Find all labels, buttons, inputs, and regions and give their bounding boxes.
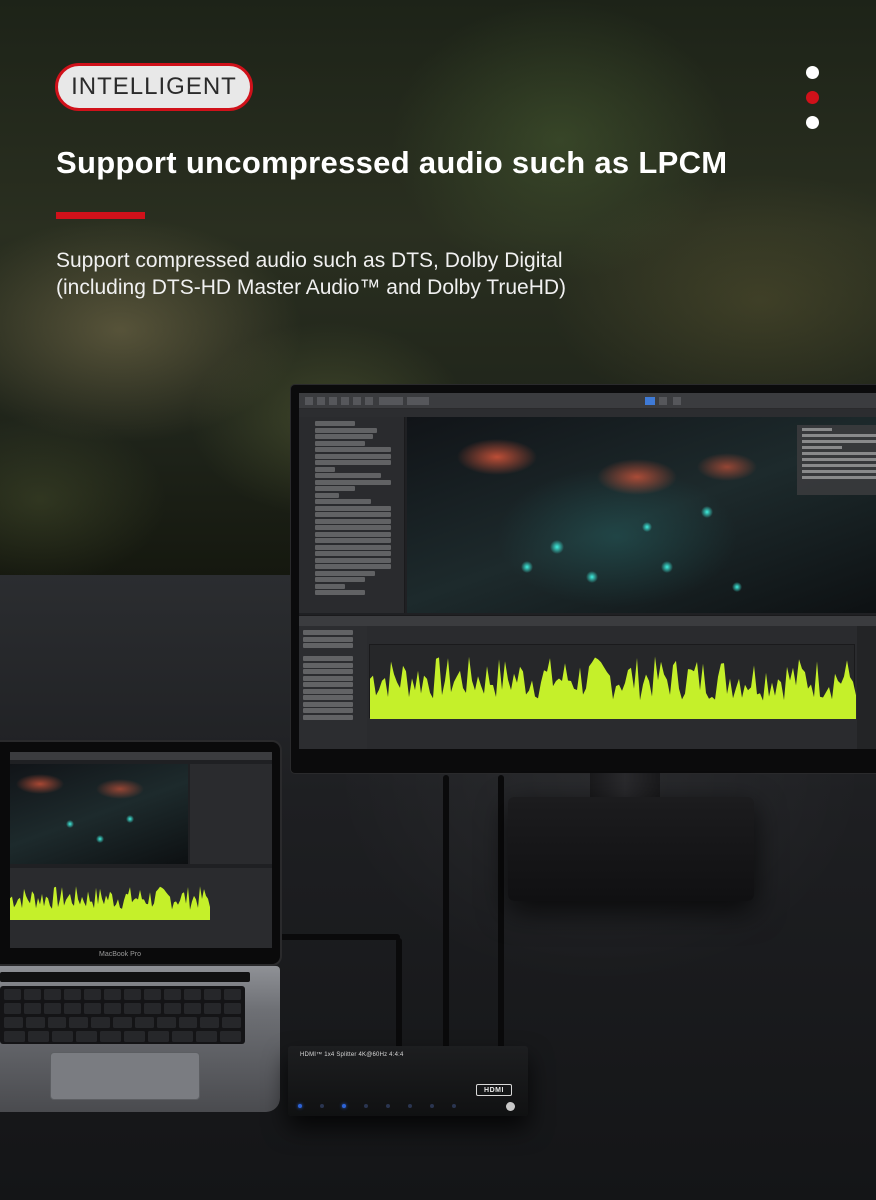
profiler-waveform — [370, 656, 856, 719]
splitter-label: HDMI™ 1x4 Splitter 4K@60Hz 4:4:4 — [300, 1052, 404, 1058]
step-icon — [673, 397, 681, 405]
cable-laptop — [270, 934, 400, 940]
led-indicator — [298, 1104, 302, 1108]
led-indicator — [408, 1104, 412, 1108]
splitter-leds — [298, 1104, 456, 1108]
toolbar-button — [305, 397, 313, 405]
pagination-dot-3[interactable] — [806, 116, 819, 129]
desktop-monitor — [291, 385, 876, 773]
laptop-keyboard — [0, 986, 245, 1044]
statistics-overlay — [797, 425, 876, 495]
editor-toolbar — [299, 393, 876, 409]
led-indicator — [386, 1104, 390, 1108]
description-line-2: (including DTS-HD Master Audio™ and Dolb… — [56, 276, 567, 299]
toolbar-button — [407, 397, 429, 405]
led-indicator — [364, 1104, 368, 1108]
led-indicator — [430, 1104, 434, 1108]
play-icon — [645, 397, 655, 405]
laptop-touchbar — [0, 972, 250, 982]
pagination-dots — [806, 66, 822, 132]
monitor-stand-base — [508, 797, 754, 901]
intelligent-tag-label: INTELLIGENT — [71, 73, 237, 100]
led-indicator — [320, 1104, 324, 1108]
power-button[interactable] — [506, 1102, 515, 1111]
description: Support compressed audio such as DTS, Do… — [56, 247, 756, 301]
toolbar-button — [365, 397, 373, 405]
toolbar-button — [353, 397, 361, 405]
cable-laptop-down — [396, 938, 402, 1050]
editor-tabs — [299, 409, 876, 417]
profiler-graph — [369, 644, 856, 719]
game-viewport — [407, 417, 876, 613]
laptop-profiler-waveform — [10, 886, 210, 920]
accent-divider — [56, 212, 145, 219]
monitor-screen — [299, 393, 876, 749]
hdmi-logo: HDMI — [476, 1084, 512, 1096]
toolbar-button — [341, 397, 349, 405]
laptop-screen — [10, 752, 272, 948]
description-line-1: Support compressed audio such as DTS, Do… — [56, 249, 563, 272]
hierarchy-panel — [299, 417, 405, 613]
profiler-details — [857, 626, 876, 749]
laptop-profiler — [10, 868, 272, 948]
laptop-game-viewport — [10, 764, 188, 864]
cable-monitor-2 — [498, 775, 504, 1050]
toolbar-button — [379, 397, 403, 405]
pause-icon — [659, 397, 667, 405]
waveform-fill — [370, 656, 856, 719]
profiler-panel — [299, 615, 876, 749]
pagination-dot-2[interactable] — [806, 91, 819, 104]
profiler-modules — [299, 626, 367, 749]
profiler-toolbar — [299, 616, 876, 626]
waveform-fill — [10, 886, 210, 920]
led-indicator — [452, 1104, 456, 1108]
intelligent-tag: INTELLIGENT — [55, 63, 253, 111]
laptop-editor-toolbar — [10, 752, 272, 760]
laptop-lid — [0, 740, 282, 966]
laptop-brand-label: MacBook Pro — [98, 951, 142, 958]
laptop-trackpad — [50, 1052, 200, 1100]
toolbar-button — [329, 397, 337, 405]
toolbar-button — [317, 397, 325, 405]
cable-monitor-1 — [443, 775, 449, 1050]
pagination-dot-1[interactable] — [806, 66, 819, 79]
laptop-inspector — [190, 764, 272, 864]
headline: Support uncompressed audio such as LPCM — [56, 145, 728, 180]
led-indicator — [342, 1104, 346, 1108]
